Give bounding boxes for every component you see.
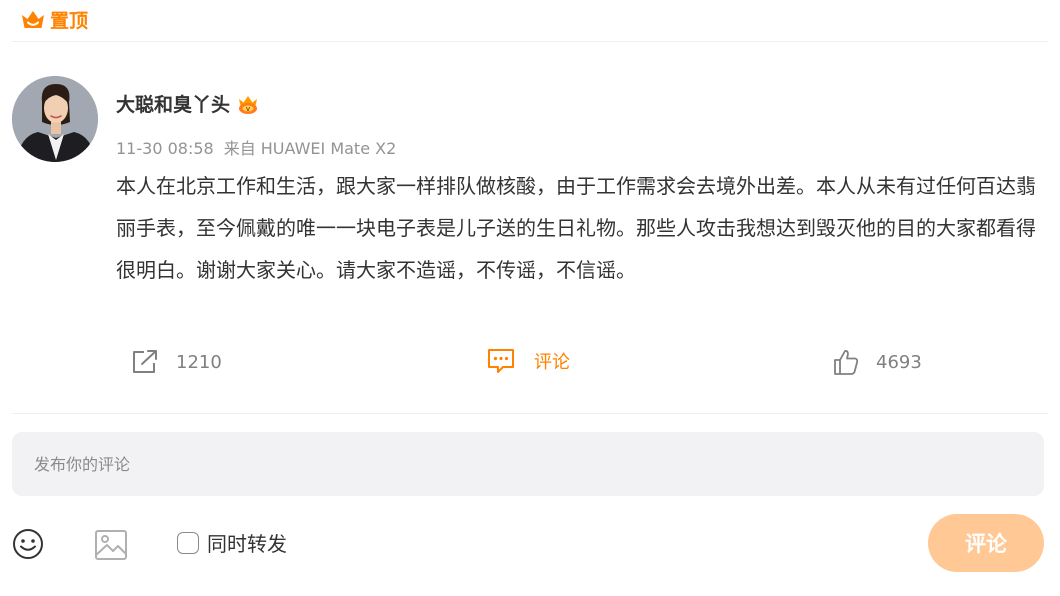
post-meta: 11-30 08:58 来自 HUAWEI Mate X2: [116, 135, 396, 159]
repost-button[interactable]: 1210: [130, 348, 222, 376]
post-time[interactable]: 11-30 08:58: [116, 139, 214, 158]
comment-label: 评论: [534, 352, 570, 373]
pinned-header: 置顶: [20, 6, 88, 33]
emoji-icon[interactable]: [10, 526, 46, 562]
like-count: 4693: [876, 351, 922, 373]
pinned-label: 置顶: [50, 10, 89, 32]
submit-comment-button[interactable]: 评论: [928, 514, 1044, 572]
vip-badge-icon[interactable]: V: [236, 93, 260, 115]
thumbs-up-icon: [834, 350, 859, 375]
post-source: 来自 HUAWEI Mate X2: [223, 139, 397, 158]
comment-button[interactable]: 评论: [486, 347, 570, 375]
post-text: 本人在北京工作和生活，跟大家一样排队做核酸，由于工作需求会去境外出差。本人从未有…: [116, 174, 1036, 282]
actions-divider: [12, 413, 1048, 414]
avatar-image: [12, 76, 98, 162]
like-button[interactable]: 4693: [832, 348, 922, 376]
repost-checkbox[interactable]: 同时转发: [177, 528, 287, 557]
author-row: 大聪和臭丫头 V: [116, 90, 260, 117]
image-icon[interactable]: [93, 528, 129, 562]
header-divider: [12, 41, 1048, 42]
crown-icon: [22, 10, 44, 28]
composer-toolbar: 同时转发 评论: [0, 514, 1060, 572]
author-name[interactable]: 大聪和臭丫头: [116, 90, 230, 117]
avatar[interactable]: [12, 76, 98, 162]
checkbox-box[interactable]: [177, 531, 199, 554]
repost-count: 1210: [176, 351, 222, 373]
post-actions: 1210 评论 4693: [0, 344, 1060, 380]
repost-checkbox-label: 同时转发: [207, 532, 287, 556]
comment-icon: [488, 349, 514, 373]
comment-input[interactable]: [12, 432, 1044, 496]
repost-icon: [133, 350, 157, 373]
svg-text:V: V: [246, 107, 251, 113]
